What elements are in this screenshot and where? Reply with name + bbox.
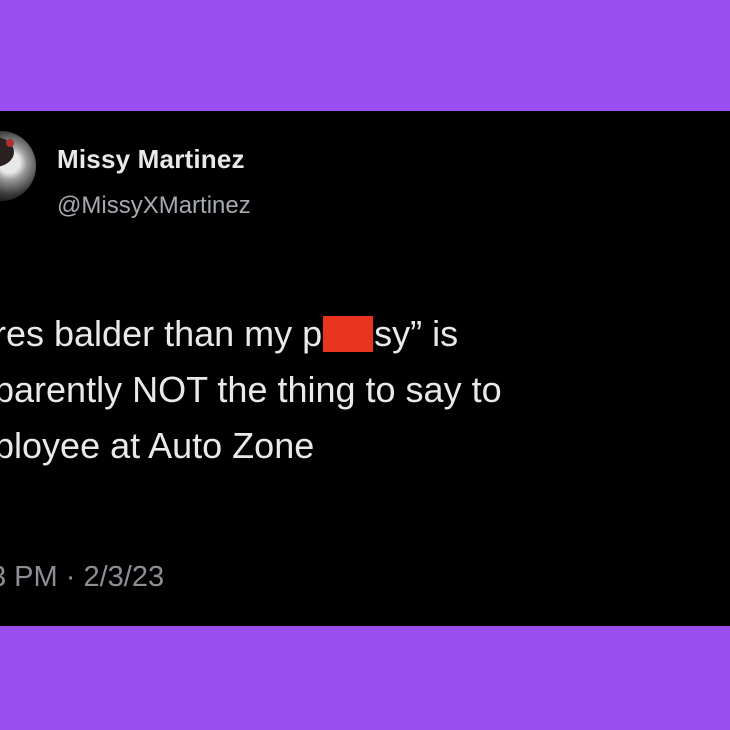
- avatar-accent: [6, 139, 14, 147]
- tweet-line-1-end: sy” is: [374, 313, 459, 354]
- avatar[interactable]: [0, 131, 36, 201]
- page-background: Missy Martinez @MissyXMartinez res balde…: [0, 0, 730, 730]
- tweet-line-1-start: res balder than my p: [0, 313, 323, 354]
- censor-bar: [323, 316, 374, 352]
- author-name[interactable]: Missy Martinez: [57, 144, 245, 175]
- tweet-timestamp[interactable]: 3 PM · 2/3/23: [0, 561, 164, 594]
- tweet-line-3: ployee at Auto Zone: [0, 425, 315, 466]
- tweet-line-2: parently NOT the thing to say to: [0, 369, 502, 410]
- tweet-line-1: res balder than my p sy” is: [0, 306, 730, 362]
- author-handle[interactable]: @MissyXMartinez: [57, 192, 251, 220]
- tweet-card[interactable]: Missy Martinez @MissyXMartinez res balde…: [0, 111, 730, 626]
- tweet-text: res balder than my p sy” is parently NOT …: [0, 306, 730, 474]
